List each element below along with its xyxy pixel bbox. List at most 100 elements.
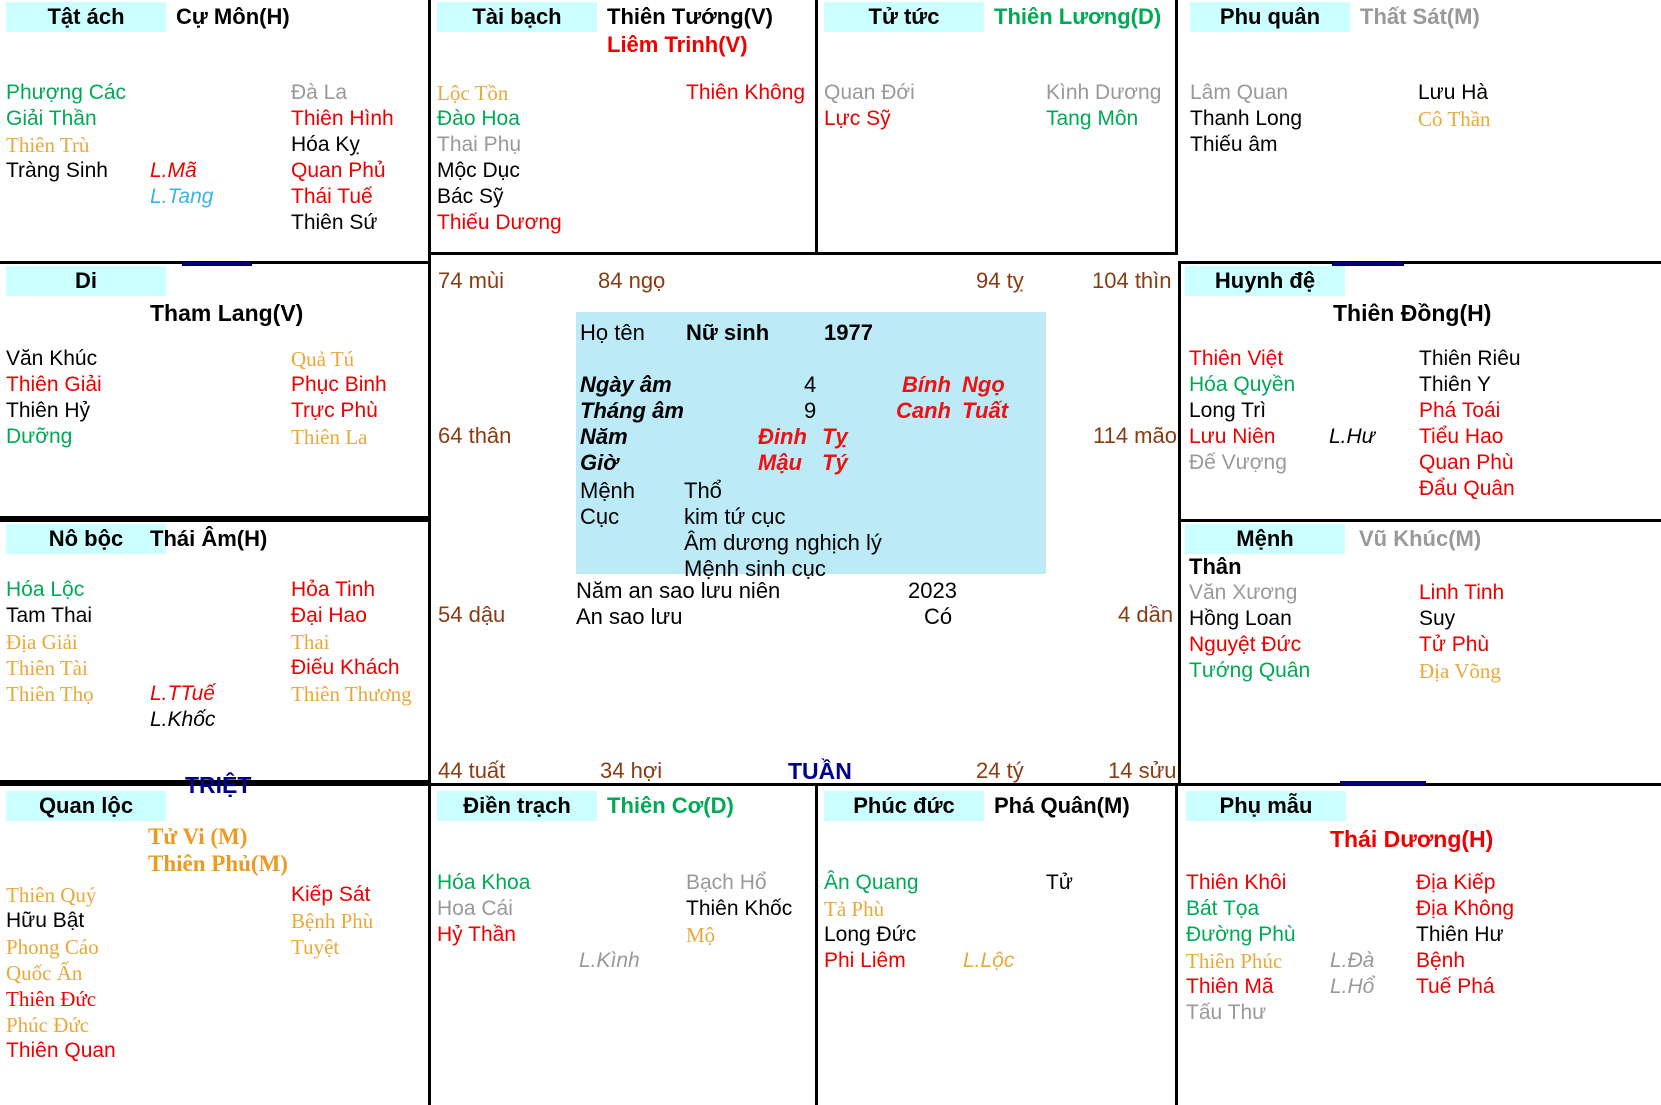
star-column-mid: L.TTuế L.Khốc [150,681,215,733]
star: Lực Sỹ [824,107,891,130]
palace-name: Phu quân [1190,2,1350,32]
palace-phu-mau[interactable]: Phụ mẫu Thái Dương(H) Thiên Khôi Bát Tọa… [1178,783,1661,1105]
star: Hỷ Thần [437,923,516,946]
star: Thiên Khốc [686,897,793,920]
star: Bát Tọa [1186,897,1260,920]
star: Tả Phù [824,897,885,921]
palace-dien-trach[interactable]: Điền trạch Thiên Cơ(D) Hóa Khoa Hoa Cái … [431,783,818,1105]
star: L.Đà [1330,949,1375,972]
palace-menh[interactable]: Mệnh Vũ Khúc(M) Thân Văn Xương Hồng Loan… [1178,519,1661,783]
star: Quan Phù [1419,451,1514,474]
star: Tràng Sinh [6,159,108,182]
star: Thiên Tài [6,656,88,680]
star: Phượng Các [6,81,127,104]
star-column-mid: L.Hư [1329,424,1375,450]
star: Địa Giải [6,630,78,654]
star: L.Khốc [150,708,216,731]
star: Tuế Phá [1416,975,1495,998]
palace-di[interactable]: Di Tham Lang(V) Văn Khúc Thiên Giải Thiê… [0,264,431,519]
star: Thiên Thương [291,682,412,706]
age-label: 84 ngọ [598,268,666,293]
star-column-right: Kình Dương Tang Môn [1046,80,1161,132]
star-column-right: Hỏa Tinh Đại Hao Thai Điếu Khách Thiên T… [291,577,412,707]
palace-phuc-duc[interactable]: Phúc đức Phá Quân(M) Ân Quang Tả Phù Lon… [818,783,1178,1105]
star: Hỏa Tinh [291,578,376,601]
star-column-left: Hóa Lộc Tam Thai Địa Giải Thiên Tài Thiê… [6,577,94,707]
star: Hồng Loan [1189,607,1292,630]
star: Phong Cáo [6,935,99,959]
star: Phúc Đức [6,1013,90,1037]
center-row-label: Tháng âm [580,398,684,423]
center-row-chi: Ngọ [962,372,1005,397]
star: Tấu Thư [1186,1001,1267,1024]
star: Đào Hoa [437,107,520,130]
star: Đẩu Quân [1419,477,1515,500]
star: Giải Thần [6,107,97,130]
accent-bar [1332,262,1404,266]
star: Hoa Cái [437,897,513,920]
star-column-right: Tử [1046,870,1073,896]
star: Suy [1419,607,1456,630]
star-column-right: Kiếp Sát Bệnh Phù Tuyệt [291,882,373,960]
star: Ân Quang [824,871,919,894]
star-column-left: Lộc Tồn Đào Hoa Thai Phụ Mộc Dục Bác Sỹ … [437,80,562,236]
center-row-can: Bính [902,372,951,397]
star-column-mid: L.Lộc [963,948,1014,974]
star: Thiên Thọ [6,682,94,706]
age-label: 14 sửu [1108,758,1177,783]
star-column-left: Thiên Quý Hữu Bật Phong Cáo Quốc Ấn Thiê… [6,882,116,1064]
center-row-label: Ngày âm [580,372,672,397]
palace-phu-quan[interactable]: Phu quân Thất Sát(M) Lâm Quan Thanh Long… [1178,0,1661,264]
star: L.Lộc [963,949,1015,972]
star-column-right: Quả Tú Phục Binh Trực Phù Thiên La [291,346,387,450]
center-cuc-value: kim tứ cục [684,504,786,529]
star-column-mid: L.Đà L.Hổ [1330,948,1374,1000]
palace-name: Di [6,266,166,296]
star-column-left: Thiên Khôi Bát Tọa Đường Phù Thiên Phúc … [1186,870,1296,1026]
age-label: 34 hợi [600,758,663,783]
palace-main-star: Cự Môn(H) [176,4,290,29]
star: Tử [1046,871,1073,894]
star: Hóa Quyền [1189,373,1296,396]
palace-no-boc[interactable]: Nô bộc Thái Âm(H) Hóa Lộc Tam Thai Địa G… [0,519,431,783]
star-column-left: Phượng Các Giải Thần Thiên Trù Tràng Sin… [6,80,126,184]
star: Lưu Niên [1189,425,1276,448]
star: Văn Xương [1189,581,1298,604]
star: Thanh Long [1190,107,1303,130]
palace-tat-ach[interactable]: Tật ách Cự Môn(H) Phượng Các Giải Thần T… [0,0,431,264]
star: Lộc Tồn [437,81,509,105]
palace-main-star: Vũ Khúc(M) [1359,526,1482,551]
center-info-panel: Họ tên Nữ sinh 1977 Ngày âm 4 Bính Ngọ T… [576,312,1046,581]
palace-quan-loc[interactable]: Quan lộc Tử Vi (M) Thiên Phủ(M) Thiên Qu… [0,783,431,1105]
star: Thiên Hình [291,107,394,130]
center-row-can: Mậu [758,450,802,475]
star: Cô Thần [1418,107,1491,131]
star-column-right: Bạch Hổ Thiên Khốc Mộ [686,870,792,948]
palace-huynh-de[interactable]: Huynh đệ Thiên Đồng(H) Thiên Việt Hóa Qu… [1178,264,1661,519]
star: Linh Tinh [1419,581,1505,604]
star: Mộc Dục [437,159,520,182]
palace-name: Phúc đức [824,791,984,821]
star: Thiên Mã [1186,975,1274,998]
palace-tu-tuc[interactable]: Tử tức Thiên Lương(D) Quan Đới Lực Sỹ Kì… [818,0,1178,255]
star: Hóa Khoa [437,871,531,894]
center-row-can: Đinh [758,424,807,449]
star: Trực Phù [291,399,378,422]
star: L.Hổ [1330,975,1375,998]
star-column-right: Đà La Thiên Hình Hóa Kỵ Quan Phủ Thái Tu… [291,80,394,236]
center-row-chi: Tý [822,450,848,475]
age-label: 74 mùi [438,268,505,293]
luu-nien-value: 2023 [908,578,957,603]
palace-tai-bach[interactable]: Tài bạch Thiên Tướng(V) Liêm Trinh(V) Lộ… [431,0,818,255]
star: Bệnh Phù [291,909,374,933]
center-row-chi: Tỵ [822,424,848,449]
center-gender: Nữ sinh [686,320,770,345]
center-birth-year: 1977 [824,320,873,345]
age-label: 114 mão [1093,423,1177,448]
star: Thiên Y [1419,373,1491,396]
an-sao-value: Có [924,604,953,629]
star: Thai [291,630,330,654]
center-label-name: Họ tên [580,320,645,345]
star: Phi Liêm [824,949,906,972]
star: Đà La [291,81,348,104]
